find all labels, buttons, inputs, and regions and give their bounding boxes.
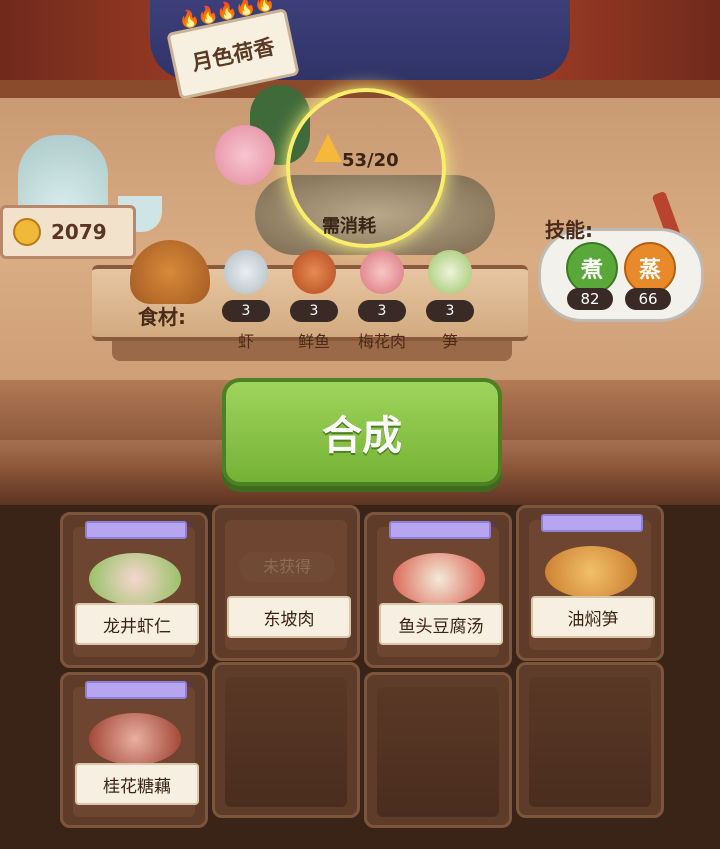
recipe-card-braised-bamboo[interactable]: 油焖笋 [516,505,664,661]
skills-label: 技能: [545,218,593,242]
dish-icon [89,713,181,765]
recipe-card-osmanthus-lotus-root[interactable]: 桂花糖藕 [60,672,208,828]
dish-icon [545,546,637,598]
card-inner [529,677,651,807]
card-inner [377,687,499,817]
coin-icon [13,218,41,246]
recipe-name: 东坡肉 [227,596,351,638]
empty-slot [212,662,360,818]
recipe-card-longjing-shrimp[interactable]: 龙井虾仁 [60,512,208,668]
ingredient-count: 3 [290,300,338,322]
quality-bar [85,521,187,539]
recipe-card-dongpo-pork[interactable]: 未获得 东坡肉 [212,505,360,661]
quality-bar [85,681,187,699]
shrimp-icon [224,250,268,294]
quality-bar [541,514,643,532]
recipe-name: 油焖笋 [531,596,655,638]
ingredient-fish[interactable]: 3 鲜鱼 [284,250,344,360]
locked-status: 未获得 [239,552,335,582]
ingredient-name: 梅花肉 [357,332,406,351]
skill-steam-badge[interactable]: 蒸 [624,242,676,294]
pork-icon [360,250,404,294]
recipe-name: 龙井虾仁 [75,603,199,645]
requirement-count: 53/20 [342,150,399,171]
card-inner [225,677,347,807]
ingredient-count: 3 [426,300,474,322]
ingredient-pork[interactable]: 3 梅花肉 [352,250,412,360]
dish-icon [393,553,485,605]
ingredient-name: 鲜鱼 [297,332,330,351]
skill-boil-value: 82 [567,288,613,310]
empty-slot [364,672,512,828]
recipe-name: 鱼头豆腐汤 [379,603,503,645]
ingredient-bamboo[interactable]: 3 笋 [420,250,480,360]
skill-steam-value: 66 [625,288,671,310]
dish-icon [89,553,181,605]
ingredient-count: 3 [358,300,406,322]
ingredient-shrimp[interactable]: 3 虾 [216,250,276,360]
quality-bar [389,521,491,539]
recipe-title: 月色荷香 [189,34,277,76]
recipe-card-fish-head-tofu-soup[interactable]: 鱼头豆腐汤 [364,512,512,668]
lotus-flower-icon [215,125,275,185]
skill-boil-badge[interactable]: 煮 [566,242,618,294]
ingredient-count: 3 [222,300,270,322]
fish-icon [292,250,336,294]
bamboo-shoot-icon [428,250,472,294]
ingredient-name: 笋 [441,332,458,351]
coin-value: 2079 [51,220,107,244]
synthesize-label: 合成 [322,413,402,459]
synthesize-button[interactable]: 合成 [222,378,502,486]
ingredients-label: 食材: [138,305,186,329]
ingredient-name: 虾 [237,332,254,351]
empty-slot [516,662,664,818]
requirement-label: 需消耗 [322,216,376,237]
coin-counter: 2079 [0,205,136,259]
recipe-name: 桂花糖藕 [75,763,199,805]
